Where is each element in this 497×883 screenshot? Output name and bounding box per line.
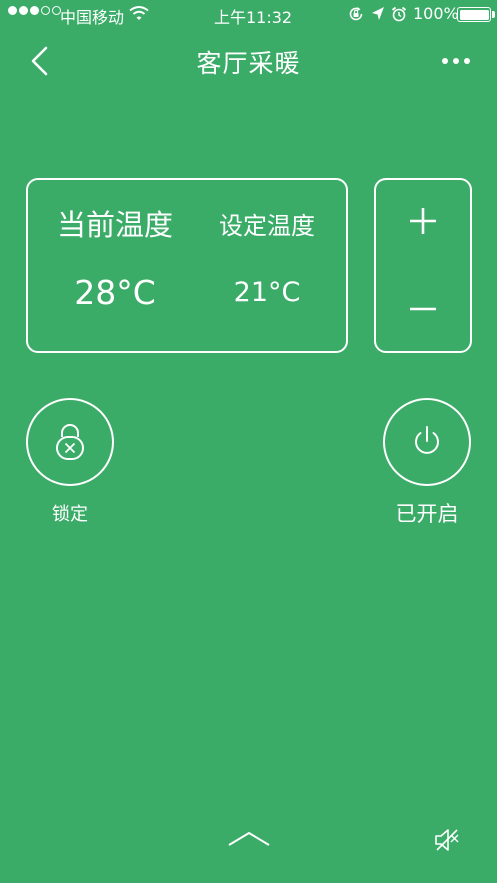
plus-icon [410,208,436,234]
current-temperature-value: 28°C [74,273,156,312]
alarm-clock-icon [391,6,407,22]
current-temperature-label: 当前温度 [56,208,173,242]
location-arrow-icon [372,7,384,20]
set-temperature-value: 21°C [233,277,301,308]
page-title: 客厅采暖 [196,49,301,78]
increase-temperature-button[interactable] [374,190,472,252]
chevron-up-icon[interactable] [227,830,271,848]
decrease-temperature-button[interactable] [374,278,472,340]
rotation-lock-icon [349,7,363,21]
lock-icon [56,424,84,460]
set-temperature-label: 设定温度 [219,212,315,240]
status-time: 上午11:32 [214,8,293,27]
carrier-name: 中国移动 [60,8,125,27]
power-status-label: 已开启 [395,502,459,526]
battery-icon [457,7,491,22]
status-bar: 中国移动 上午11:32 100% [0,0,497,28]
power-button[interactable] [383,398,471,486]
minus-icon [410,307,436,311]
power-icon [415,426,439,454]
battery-nub [492,11,495,18]
lock-button[interactable] [26,398,114,486]
more-options-icon[interactable] [442,58,470,64]
wifi-icon [129,6,149,20]
speaker-muted-icon[interactable] [433,827,461,853]
battery-percentage: 100% [413,4,459,23]
lock-label: 锁定 [52,504,88,525]
signal-strength-icon [8,6,61,15]
